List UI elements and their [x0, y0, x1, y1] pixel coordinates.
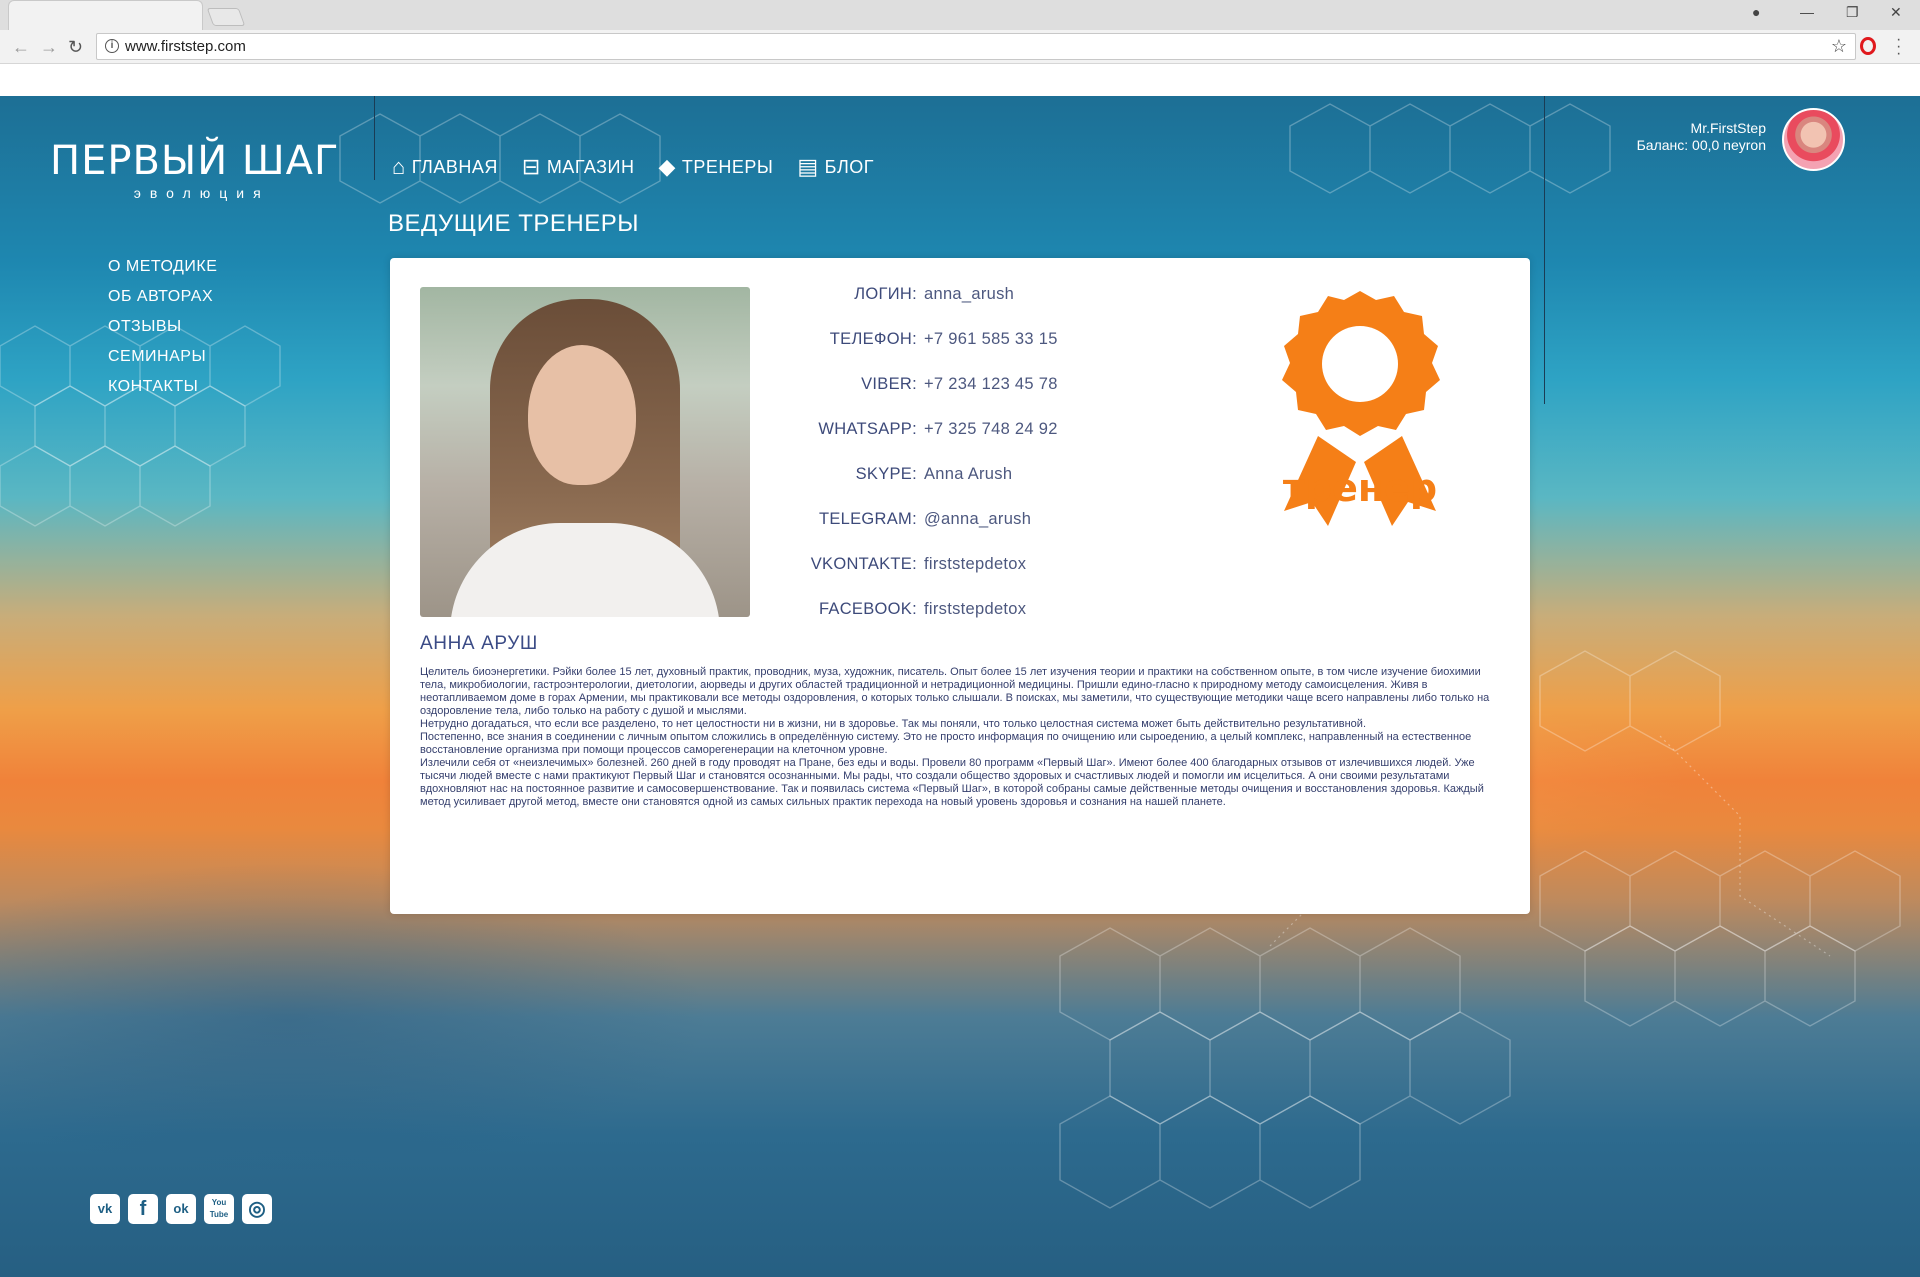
browser-tab-strip: ● — ❐ ✕ — [0, 0, 1920, 30]
contact-value: anna_arush — [924, 285, 1015, 303]
contact-key: ЛОГИН: — [854, 285, 917, 303]
trainer-name: АННА АРУШ — [420, 633, 538, 654]
trainer-bio: Целитель биоэнергетики. Рэйки более 15 л… — [420, 666, 1500, 809]
contact-key: VIBER: — [861, 375, 917, 393]
nav-blog-label: БЛОГ — [824, 156, 875, 177]
nav-trainers-label: ТРЕНЕРЫ — [681, 156, 774, 177]
bio-paragraph: Целитель биоэнергетики. Рэйки более 15 л… — [420, 666, 1490, 717]
bio-paragraph: Нетрудно догадаться, что если все раздел… — [420, 718, 1367, 730]
trainer-badge-icon: тренер — [1282, 291, 1440, 526]
main-navigation: ⌂ ГЛАВНАЯ ⊟ МАГАЗИН ◆ ТРЕНЕРЫ ▤ БЛОГ — [392, 154, 898, 180]
nav-shop-label: МАГАЗИН — [546, 156, 635, 177]
url-text: www.firststep.com — [125, 38, 246, 55]
back-icon[interactable]: ← — [12, 37, 30, 58]
site-logo[interactable]: ПЕРВЫЙ ШАГ эволюция — [50, 140, 339, 201]
vk-icon[interactable]: vk — [90, 1194, 120, 1224]
nav-home[interactable]: ⌂ ГЛАВНАЯ — [392, 154, 498, 180]
odnoklassniki-icon[interactable]: ok — [166, 1194, 196, 1224]
contact-value: Anna Arush — [924, 465, 1013, 483]
photo-face-shape — [528, 345, 636, 485]
restore-icon[interactable]: ❐ — [1846, 4, 1859, 21]
close-icon[interactable]: ✕ — [1890, 4, 1902, 21]
contact-row-skype: SKYPE: Anna Arush — [770, 465, 1058, 510]
trainer-card: ЛОГИН: anna_arush ТЕЛЕФОН: +7 961 585 33… — [390, 258, 1530, 914]
facebook-icon[interactable]: f — [128, 1194, 158, 1224]
avatar[interactable] — [1782, 108, 1845, 171]
basket-icon: ⊟ — [521, 154, 541, 179]
contact-row-facebook: FACEBOOK: firststepdetox — [770, 600, 1058, 645]
nav-home-label: ГЛАВНАЯ — [411, 156, 498, 177]
logo-subtitle: эволюция — [133, 185, 270, 201]
contact-row-telegram: TELEGRAM: @anna_arush — [770, 510, 1058, 555]
page-title: ВЕДУЩИЕ ТРЕНЕРЫ — [388, 210, 639, 237]
opera-icon[interactable] — [1860, 37, 1876, 55]
address-bar[interactable]: i www.firststep.com ☆ — [96, 33, 1856, 60]
contact-value: +7 325 748 24 92 — [924, 420, 1058, 438]
info-icon[interactable]: i — [105, 39, 119, 53]
side-menu-method[interactable]: О МЕТОДИКЕ — [108, 252, 217, 282]
logo-title: ПЕРВЫЙ ШАГ — [50, 138, 340, 184]
side-menu-reviews[interactable]: ОТЗЫВЫ — [108, 312, 217, 342]
nav-blog[interactable]: ▤ БЛОГ — [797, 154, 874, 180]
page-background: ПЕРВЫЙ ШАГ эволюция ⌂ ГЛАВНАЯ ⊟ МАГАЗИН … — [0, 96, 1920, 1277]
contact-value: firststepdetox — [924, 600, 1027, 618]
bio-paragraph: Излечили себя от «неизлечимых» болезней.… — [420, 757, 1484, 808]
contact-value: +7 234 123 45 78 — [924, 375, 1058, 393]
contact-list: ЛОГИН: anna_arush ТЕЛЕФОН: +7 961 585 33… — [770, 285, 1058, 645]
page-top-margin — [0, 64, 1920, 96]
bookmark-star-icon[interactable]: ☆ — [1831, 36, 1847, 57]
contact-row-phone: ТЕЛЕФОН: +7 961 585 33 15 — [770, 330, 1058, 375]
new-tab-button[interactable] — [206, 8, 246, 26]
side-menu: О МЕТОДИКЕ ОБ АВТОРАХ ОТЗЫВЫ СЕМИНАРЫ КО… — [108, 252, 217, 402]
browser-toolbar: ← → ↻ i www.firststep.com ☆ · · · — [0, 30, 1920, 64]
browser-menu-icon[interactable]: · · · — [1896, 32, 1901, 62]
minimize-icon[interactable]: — — [1800, 4, 1814, 20]
contact-key: WHATSAPP: — [818, 420, 917, 438]
browser-tab[interactable] — [8, 0, 203, 30]
graduation-cap-icon: ◆ — [658, 154, 676, 179]
contact-value: +7 961 585 33 15 — [924, 330, 1058, 348]
contact-key: TELEGRAM: — [818, 510, 917, 528]
forward-icon[interactable]: → — [40, 37, 58, 58]
youtube-icon[interactable]: You Tube — [204, 1194, 234, 1224]
social-links: vk f ok You Tube ◎ — [90, 1194, 272, 1224]
contact-row-whatsapp: WHATSAPP: +7 325 748 24 92 — [770, 420, 1058, 465]
contact-row-vkontakte: VKONTAKTE: firststepdetox — [770, 555, 1058, 600]
reload-icon[interactable]: ↻ — [68, 37, 83, 58]
profile-icon[interactable]: ● — [1752, 4, 1760, 20]
user-info[interactable]: Mr.FirstStep Баланс: 00,0 neyron — [1637, 120, 1766, 154]
side-menu-authors[interactable]: ОБ АВТОРАХ — [108, 282, 217, 312]
contact-value: firststepdetox — [924, 555, 1027, 573]
book-icon: ▤ — [797, 154, 819, 179]
header-divider-left — [374, 96, 375, 180]
contact-key: SKYPE: — [855, 465, 917, 483]
trainer-photo — [420, 287, 750, 617]
contact-key: FACEBOOK: — [818, 600, 917, 618]
contact-row-viber: VIBER: +7 234 123 45 78 — [770, 375, 1058, 420]
header-divider-right — [1544, 96, 1545, 404]
side-menu-seminars[interactable]: СЕМИНАРЫ — [108, 342, 217, 372]
contact-row-login: ЛОГИН: anna_arush — [770, 285, 1058, 330]
contact-key: ТЕЛЕФОН: — [829, 330, 917, 348]
nav-trainers[interactable]: ◆ ТРЕНЕРЫ — [658, 154, 773, 180]
instagram-icon[interactable]: ◎ — [242, 1194, 272, 1224]
home-icon: ⌂ — [392, 154, 406, 179]
user-balance: Баланс: 00,0 neyron — [1636, 137, 1766, 153]
contact-key: VKONTAKTE: — [810, 555, 917, 573]
nav-shop[interactable]: ⊟ МАГАЗИН — [522, 154, 635, 180]
badge-label: тренер — [1283, 466, 1437, 510]
side-menu-contacts[interactable]: КОНТАКТЫ — [108, 372, 217, 402]
contact-value: @anna_arush — [924, 510, 1032, 528]
bio-paragraph: Постепенно, все знания в соединении с ли… — [420, 731, 1472, 756]
user-name: Mr.FirstStep — [1690, 120, 1766, 136]
